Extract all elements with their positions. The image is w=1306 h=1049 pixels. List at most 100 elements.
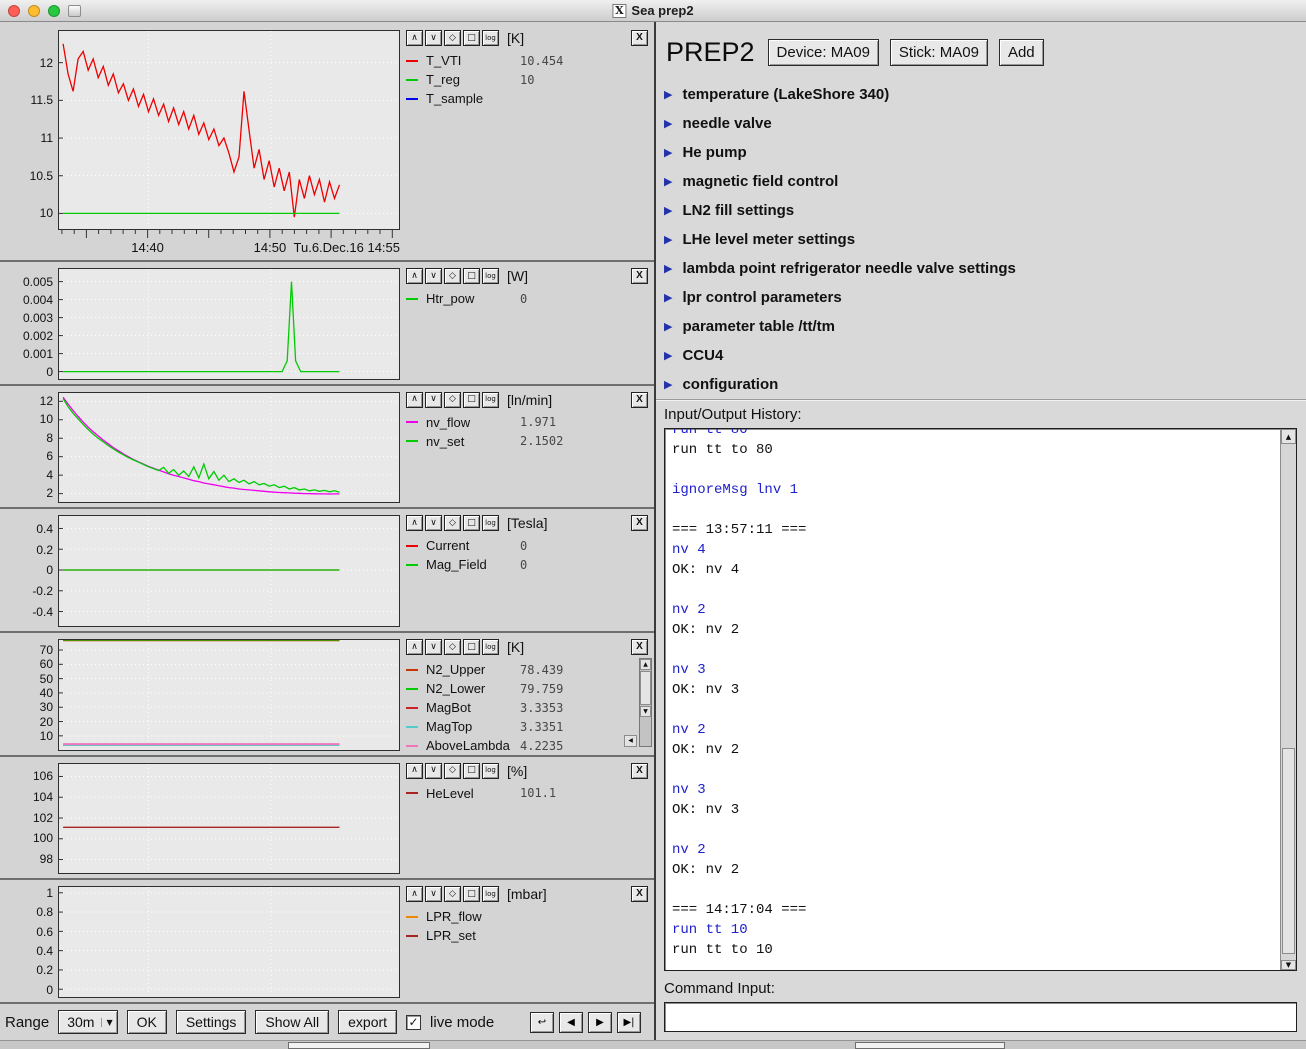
- legend-close-button[interactable]: X: [631, 392, 648, 408]
- tree-item[interactable]: ▶ needle valve: [664, 109, 1306, 138]
- tree-item[interactable]: ▶ CCU4: [664, 341, 1306, 370]
- legend-scroll-down-button[interactable]: ∨: [425, 886, 442, 902]
- legend-close-button[interactable]: X: [631, 763, 648, 779]
- scrollbar-thumb[interactable]: [1282, 748, 1295, 954]
- expand-arrow-icon[interactable]: ▶: [664, 262, 672, 275]
- pan-right-button[interactable]: ▶: [588, 1012, 612, 1033]
- legend-log-button[interactable]: log: [482, 886, 499, 902]
- legend-scrollbar[interactable]: ▲ ▼: [639, 658, 652, 747]
- legend-zoom-button[interactable]: □: [463, 392, 480, 408]
- expand-arrow-icon[interactable]: ▶: [664, 378, 672, 391]
- show-all-button[interactable]: Show All: [255, 1010, 329, 1034]
- plot-area[interactable]: [58, 30, 400, 230]
- tree-item[interactable]: ▶ He pump: [664, 138, 1306, 167]
- legend-scroll-down-button[interactable]: ∨: [425, 30, 442, 46]
- ok-button[interactable]: OK: [127, 1010, 167, 1034]
- tree-item[interactable]: ▶ parameter table /tt/tm: [664, 312, 1306, 341]
- plot-area[interactable]: [58, 515, 400, 627]
- scroll-down-arrow[interactable]: ▼: [640, 706, 651, 717]
- legend-series[interactable]: Htr_pow 0: [406, 289, 651, 308]
- legend-zoom-button[interactable]: □: [463, 268, 480, 284]
- tree-item[interactable]: ▶ LHe level meter settings: [664, 225, 1306, 254]
- legend-series[interactable]: MagTop 3.3351: [406, 717, 651, 736]
- legend-log-button[interactable]: log: [482, 30, 499, 46]
- legend-zoom-button[interactable]: □: [463, 515, 480, 531]
- legend-scroll-up-button[interactable]: ∧: [406, 763, 423, 779]
- legend-series[interactable]: N2_Upper 78.439: [406, 660, 651, 679]
- legend-series[interactable]: T_VTI 10.454: [406, 51, 651, 70]
- expand-arrow-icon[interactable]: ▶: [664, 320, 672, 333]
- tree-item[interactable]: ▶ LN2 fill settings: [664, 196, 1306, 225]
- legend-series[interactable]: MagBot 3.3353: [406, 698, 651, 717]
- legend-scroll-up-button[interactable]: ∧: [406, 30, 423, 46]
- legend-scroll-down-button[interactable]: ∨: [425, 639, 442, 655]
- legend-scroll-up-button[interactable]: ∧: [406, 886, 423, 902]
- expand-arrow-icon[interactable]: ▶: [664, 88, 672, 101]
- command-input[interactable]: [664, 1002, 1297, 1032]
- legend-scroll-down-button[interactable]: ∨: [425, 763, 442, 779]
- legend-close-button[interactable]: X: [631, 268, 648, 284]
- legend-log-button[interactable]: log: [482, 515, 499, 531]
- legend-scroll-down-button[interactable]: ∨: [425, 392, 442, 408]
- legend-zoom-button[interactable]: □: [463, 886, 480, 902]
- plot-area[interactable]: [58, 763, 400, 875]
- legend-series[interactable]: nv_flow 1.971: [406, 413, 651, 432]
- titlebar[interactable]: X Sea prep2: [0, 0, 1306, 22]
- legend-series[interactable]: Mag_Field 0: [406, 555, 651, 574]
- zoom-window-button[interactable]: [48, 5, 60, 17]
- range-dropdown[interactable]: 30m ▼: [58, 1010, 117, 1034]
- legend-autoscale-button[interactable]: ◇: [444, 392, 461, 408]
- legend-series[interactable]: T_sample: [406, 89, 651, 108]
- io-history-text[interactable]: run tt 80run tt to 80ignoreMsg lnv 1=== …: [665, 429, 1280, 970]
- legend-close-button[interactable]: X: [631, 886, 648, 902]
- legend-scroll-up-button[interactable]: ∧: [406, 392, 423, 408]
- minimize-window-button[interactable]: [28, 5, 40, 17]
- expand-arrow-icon[interactable]: ▶: [664, 146, 672, 159]
- legend-log-button[interactable]: log: [482, 639, 499, 655]
- device-button[interactable]: Device: MA09: [768, 39, 879, 66]
- legend-series[interactable]: Current 0: [406, 536, 651, 555]
- expand-arrow-icon[interactable]: ▶: [664, 117, 672, 130]
- stick-button[interactable]: Stick: MA09: [890, 39, 988, 66]
- legend-scroll-up-button[interactable]: ∧: [406, 268, 423, 284]
- close-window-button[interactable]: [8, 5, 20, 17]
- legend-series[interactable]: nv_set 2.1502: [406, 432, 651, 451]
- legend-autoscale-button[interactable]: ◇: [444, 886, 461, 902]
- live-mode-checkbox[interactable]: ✓: [406, 1015, 421, 1030]
- legend-series[interactable]: T_reg 10: [406, 70, 651, 89]
- pan-left-button[interactable]: ◀: [559, 1012, 583, 1033]
- plot-area[interactable]: [58, 268, 400, 380]
- legend-log-button[interactable]: log: [482, 268, 499, 284]
- plot-area[interactable]: [58, 639, 400, 751]
- legend-zoom-button[interactable]: □: [463, 763, 480, 779]
- legend-autoscale-button[interactable]: ◇: [444, 268, 461, 284]
- scroll-up-arrow[interactable]: ▲: [640, 659, 651, 670]
- legend-autoscale-button[interactable]: ◇: [444, 763, 461, 779]
- scroll-up-arrow[interactable]: ▲: [1281, 429, 1296, 444]
- legend-scroll-down-button[interactable]: ∨: [425, 515, 442, 531]
- legend-close-button[interactable]: X: [631, 30, 648, 46]
- legend-log-button[interactable]: log: [482, 763, 499, 779]
- legend-close-button[interactable]: X: [631, 639, 648, 655]
- legend-scroll-up-button[interactable]: ∧: [406, 639, 423, 655]
- legend-close-button[interactable]: X: [631, 515, 648, 531]
- legend-autoscale-button[interactable]: ◇: [444, 30, 461, 46]
- legend-series[interactable]: AboveLambda 4.2235: [406, 736, 651, 755]
- expand-arrow-icon[interactable]: ▶: [664, 204, 672, 217]
- scrollbar-thumb[interactable]: [640, 671, 651, 705]
- legend-series[interactable]: LPR_set: [406, 926, 651, 945]
- legend-scroll-up-button[interactable]: ∧: [406, 515, 423, 531]
- legend-series[interactable]: LPR_flow: [406, 907, 651, 926]
- legend-series[interactable]: N2_Lower 79.759: [406, 679, 651, 698]
- go-to-end-button[interactable]: ▶|: [617, 1012, 641, 1033]
- legend-zoom-button[interactable]: □: [463, 639, 480, 655]
- expand-arrow-icon[interactable]: ▶: [664, 175, 672, 188]
- io-history-box[interactable]: run tt 80run tt to 80ignoreMsg lnv 1=== …: [664, 428, 1297, 971]
- tree-item[interactable]: ▶ configuration: [664, 370, 1306, 399]
- settings-button[interactable]: Settings: [176, 1010, 247, 1034]
- io-scrollbar[interactable]: ▲ ▼: [1280, 429, 1296, 970]
- expand-arrow-icon[interactable]: ▶: [664, 349, 672, 362]
- tree-item[interactable]: ▶ temperature (LakeShore 340): [664, 80, 1306, 109]
- tree-item[interactable]: ▶ magnetic field control: [664, 167, 1306, 196]
- tree-item[interactable]: ▶ lambda point refrigerator needle valve…: [664, 254, 1306, 283]
